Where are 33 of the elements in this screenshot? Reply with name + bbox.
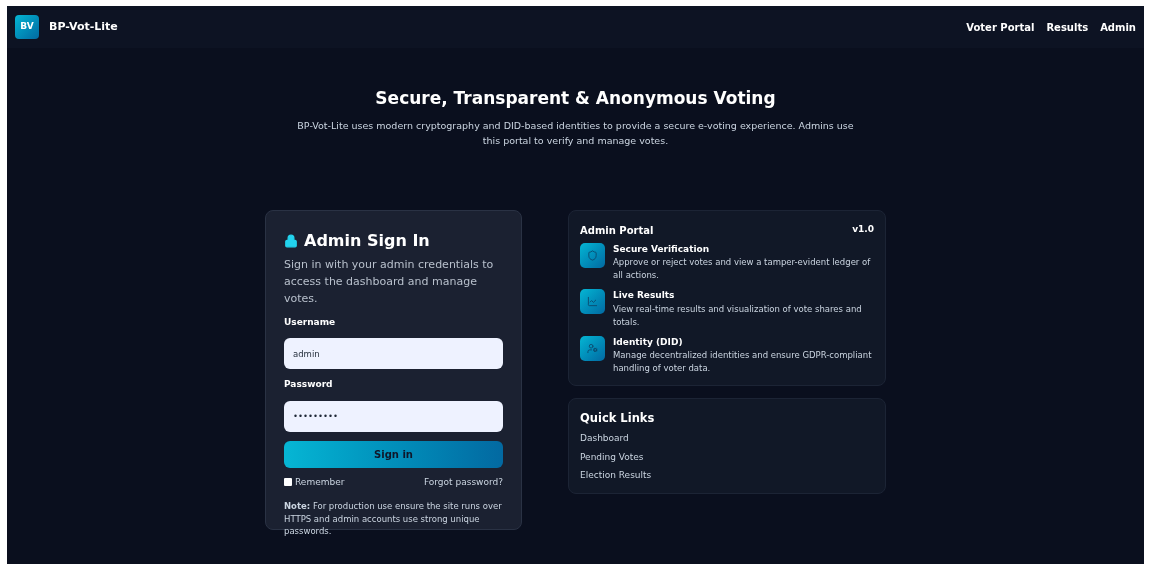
field-label: Password <box>284 378 334 391</box>
shield-icon <box>587 249 598 261</box>
feature-title: Live Results <box>613 289 676 302</box>
line-chart-icon <box>587 296 598 307</box>
password-field[interactable]: ••••••••• <box>284 400 503 432</box>
logo-badge: BV <box>15 15 39 39</box>
version-label: v1.0 <box>852 222 874 236</box>
nav-link[interactable]: Results <box>1046 19 1089 35</box>
nav-link[interactable]: Voter Portal <box>966 19 1035 35</box>
feature-title: Secure Verification <box>613 242 711 256</box>
field-label: Username <box>284 315 337 329</box>
portal-title: Admin Portal <box>580 223 654 238</box>
remember-checkbox[interactable] <box>284 478 292 487</box>
feature-description: Approve or reject votes and view a tamper-evident ledger of all actions. <box>613 256 872 282</box>
sign-in-title: Admin Sign In <box>304 229 430 252</box>
user-icon <box>587 342 598 354</box>
sign-in-description: Sign in with your admin credentials to access the dashboard and manage votes. <box>284 256 495 307</box>
quick-link[interactable]: Pending Votes <box>580 450 644 465</box>
forgot-password-link[interactable]: Forgot password? <box>423 475 503 489</box>
sign-in-button[interactable]: Sign in <box>284 440 503 468</box>
username-field[interactable]: admin <box>284 338 503 369</box>
remember-label: Remember <box>295 475 345 489</box>
nav-link[interactable]: Admin <box>1100 19 1136 35</box>
quick-link[interactable]: Election Results <box>580 469 652 483</box>
quick-links-title: Quick Links <box>580 410 656 427</box>
hero-subtitle: BP-Vot-Lite uses modern cryptography and DID-based identities to provide a secure e-voting experience. Admins use this portal to verify and manage votes. <box>296 118 855 148</box>
feature-title: Identity (DID) <box>613 335 684 349</box>
quick-link[interactable]: Dashboard <box>580 432 629 446</box>
security-note: Note: For production use ensure the site runs over HTTPS and admin accounts use strong unique passwords. <box>284 500 503 538</box>
feature-description: Manage decentralized identities and ensure GDPR-compliant handling of voter data. <box>613 349 873 375</box>
hero-title: Secure, Transparent & Anonymous Voting <box>375 87 776 110</box>
feature-description: View real-time results and visualization of vote shares and totals. <box>613 302 863 329</box>
brand-name: BP-Vot-Lite <box>49 18 118 35</box>
